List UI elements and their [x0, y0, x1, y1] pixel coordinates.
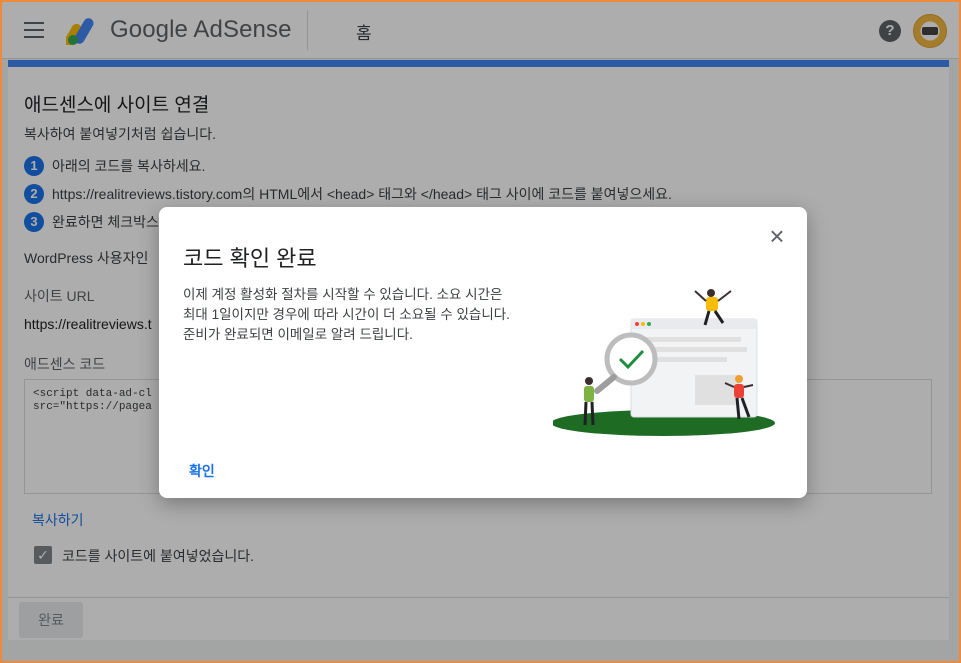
verification-dialog: 코드 확인 완료 × 이제 계정 활성화 절차를 시작할 수 있습니다. 소요 … — [159, 207, 807, 498]
confirm-button[interactable]: 확인 — [189, 461, 215, 481]
dialog-title: 코드 확인 완료 — [183, 246, 317, 271]
dialog-body-line: 준비가 완료되면 이메일로 알려 드립니다. — [183, 327, 413, 342]
dialog-body-line: 이제 계정 활성화 절차를 시작할 수 있습니다. 소요 시간은 — [183, 287, 503, 302]
dialog-body-line: 최대 1일이지만 경우에 따라 시간이 더 소요될 수 있습니다. — [183, 307, 510, 322]
verification-illustration — [553, 289, 775, 436]
dialog-body: 이제 계정 활성화 절차를 시작할 수 있습니다. 소요 시간은 최대 1일이지… — [183, 285, 563, 345]
close-icon[interactable]: × — [765, 223, 789, 249]
